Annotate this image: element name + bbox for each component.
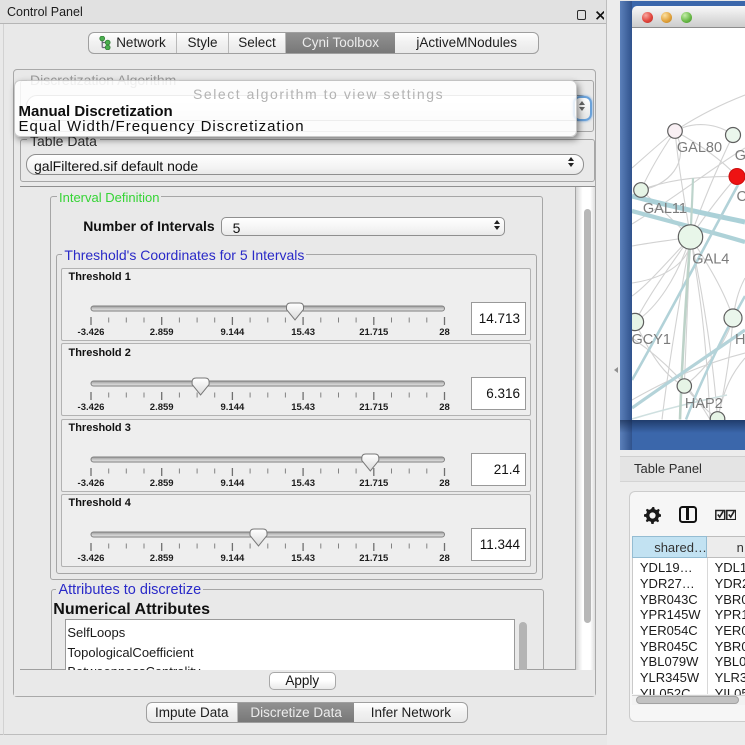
svg-text:21.715: 21.715 <box>359 402 389 413</box>
svg-text:21.715: 21.715 <box>359 553 389 564</box>
svg-text:21.715: 21.715 <box>359 327 389 338</box>
svg-text:HA: HA <box>735 332 745 348</box>
svg-text:GA: GA <box>735 148 745 164</box>
svg-text:2.859: 2.859 <box>150 327 174 338</box>
svg-text:28: 28 <box>439 553 450 564</box>
svg-text:15.43: 15.43 <box>291 327 315 338</box>
svg-text:GAL4: GAL4 <box>692 252 729 268</box>
svg-text:9.144: 9.144 <box>220 327 244 338</box>
svg-text:9.144: 9.144 <box>220 402 244 413</box>
svg-text:28: 28 <box>439 478 450 489</box>
svg-text:HAP2: HAP2 <box>685 396 723 412</box>
svg-text:-3.426: -3.426 <box>78 327 105 338</box>
svg-text:2.859: 2.859 <box>150 478 174 489</box>
svg-text:2.859: 2.859 <box>150 402 174 413</box>
svg-text:21.715: 21.715 <box>359 478 389 489</box>
svg-text:-3.426: -3.426 <box>78 478 105 489</box>
svg-text:CY: CY <box>737 189 745 205</box>
svg-text:GCY1: GCY1 <box>632 332 671 348</box>
svg-text:28: 28 <box>439 327 450 338</box>
svg-text:28: 28 <box>439 402 450 413</box>
svg-text:2.859: 2.859 <box>150 553 174 564</box>
svg-text:-3.426: -3.426 <box>78 553 105 564</box>
svg-text:-3.426: -3.426 <box>78 402 105 413</box>
svg-text:GAL80: GAL80 <box>677 140 722 156</box>
svg-text:9.144: 9.144 <box>220 553 244 564</box>
svg-text:15.43: 15.43 <box>291 553 315 564</box>
svg-text:9.144: 9.144 <box>220 478 244 489</box>
svg-text:15.43: 15.43 <box>291 478 315 489</box>
svg-text:15.43: 15.43 <box>291 402 315 413</box>
svg-text:GAL11: GAL11 <box>643 201 687 217</box>
